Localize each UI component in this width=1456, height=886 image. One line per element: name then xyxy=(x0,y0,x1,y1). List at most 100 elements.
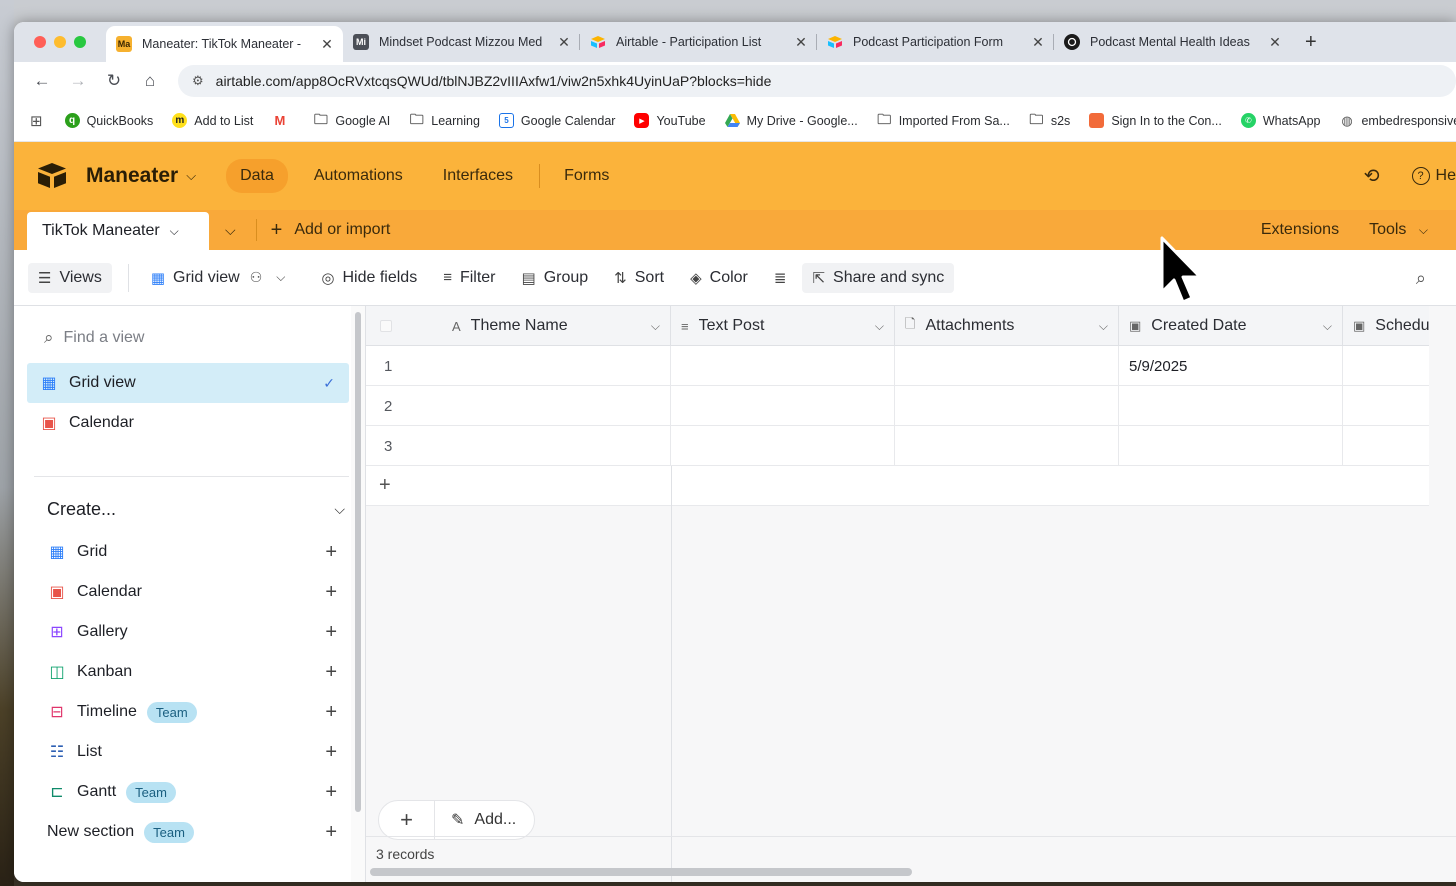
add-or-import-button[interactable]: + Add or import xyxy=(271,210,391,250)
new-tab-icon[interactable]: + xyxy=(1291,22,1331,62)
cell-attachments[interactable] xyxy=(895,346,1119,386)
chevron-down-icon[interactable]: ⌵ xyxy=(1323,319,1332,334)
cell-text-post[interactable] xyxy=(671,426,895,466)
row-height-button[interactable]: ≣ xyxy=(764,263,797,293)
create-section-header[interactable]: Create... ⌵ xyxy=(47,499,345,520)
plus-icon[interactable]: + xyxy=(325,581,337,604)
site-settings-icon[interactable]: ⚙ xyxy=(192,73,204,89)
column-header-text-post[interactable]: Text Post xyxy=(699,317,765,335)
bookmark-google-ai[interactable]: 🗀 Google AI xyxy=(313,111,390,128)
bookmark-youtube[interactable]: ▶ YouTube xyxy=(634,113,706,128)
plus-icon[interactable]: + xyxy=(325,781,337,804)
add-record-button[interactable]: + xyxy=(379,801,435,839)
sort-button[interactable]: ⇅ Sort xyxy=(604,263,674,293)
sidebar-view-grid[interactable]: ▦ Grid view ✓ xyxy=(27,363,349,403)
color-button[interactable]: ◈ Color xyxy=(680,263,758,293)
close-window-button[interactable] xyxy=(34,36,46,48)
close-tab-icon[interactable]: ✕ xyxy=(1267,34,1283,51)
browser-tab[interactable]: Podcast Participation Form ✕ xyxy=(817,22,1054,62)
base-name[interactable]: Maneater xyxy=(86,164,178,188)
bookmark-sign-in[interactable]: Sign In to the Con... xyxy=(1089,113,1222,128)
history-icon[interactable]: ⟲ xyxy=(1364,165,1380,188)
close-tab-icon[interactable]: ✕ xyxy=(1030,34,1046,51)
search-icon[interactable]: ⌕ xyxy=(1416,268,1426,289)
home-icon[interactable]: ⌂ xyxy=(132,71,168,91)
chevron-down-icon[interactable]: ⌵ xyxy=(1099,319,1108,334)
chevron-down-icon[interactable]: ⌵ xyxy=(170,224,179,239)
airtable-logo-icon[interactable] xyxy=(36,162,68,190)
column-header-attachments[interactable]: Attachments xyxy=(925,317,1014,335)
back-arrow-icon[interactable]: ← xyxy=(24,71,60,91)
table-tab-active[interactable]: TikTok Maneater ⌵ xyxy=(27,212,209,250)
chevron-down-icon[interactable]: ⌵ xyxy=(651,319,660,334)
bookmark-google-drive[interactable]: My Drive - Google... xyxy=(724,113,858,128)
create-grid[interactable]: ▦ Grid + xyxy=(47,532,337,572)
reload-icon[interactable]: ↻ xyxy=(96,71,132,91)
bookmark-embedresponsive[interactable]: ◍ embedresponsive xyxy=(1339,113,1456,128)
bookmark-gmail[interactable]: M xyxy=(272,113,294,128)
bookmark-learning[interactable]: 🗀 Learning xyxy=(409,111,480,128)
browser-tab[interactable]: Mi Mindset Podcast Mizzou Med ✕ xyxy=(343,22,580,62)
view-switcher-button[interactable]: ▦ Grid view ⚇ ⌵ xyxy=(141,263,296,293)
cell-schedule[interactable] xyxy=(1343,386,1429,426)
extensions-button[interactable]: Extensions xyxy=(1261,221,1339,239)
cell-created-date[interactable] xyxy=(1119,386,1343,426)
create-gallery[interactable]: ⊞ Gallery + xyxy=(47,612,337,652)
plus-icon[interactable]: + xyxy=(325,821,337,844)
chevron-down-icon[interactable]: ⌵ xyxy=(186,168,196,184)
add-record-row[interactable]: + xyxy=(366,466,1429,506)
nav-data[interactable]: Data xyxy=(226,159,288,193)
nav-forms[interactable]: Forms xyxy=(550,159,623,193)
cell-text-post[interactable] xyxy=(671,386,895,426)
hide-fields-button[interactable]: ◎ Hide fields xyxy=(311,263,427,293)
apps-grid-icon[interactable]: ⊞ xyxy=(30,112,43,130)
bookmark-s2s[interactable]: 🗀 s2s xyxy=(1029,111,1070,128)
plus-icon[interactable]: + xyxy=(325,701,337,724)
sidebar-view-calendar[interactable]: ▣ Calendar xyxy=(27,403,349,443)
column-header-theme-name[interactable]: Theme Name xyxy=(471,317,568,335)
close-tab-icon[interactable]: ✕ xyxy=(556,34,572,51)
nav-interfaces[interactable]: Interfaces xyxy=(429,159,527,193)
table-row[interactable]: 1 5/9/2025 xyxy=(366,346,1429,386)
bookmark-imported[interactable]: 🗀 Imported From Sa... xyxy=(877,111,1010,128)
column-header-cell[interactable]: ▣ Created Date ⌵ xyxy=(1119,306,1343,346)
bookmark-add-to-list[interactable]: m Add to List xyxy=(172,113,253,128)
cell-text-post[interactable] xyxy=(671,346,895,386)
table-row[interactable]: 3 xyxy=(366,426,1429,466)
table-row[interactable]: 2 xyxy=(366,386,1429,426)
cell-attachments[interactable] xyxy=(895,386,1119,426)
column-header-cell[interactable]: 🗋 Attachments ⌵ xyxy=(895,306,1119,346)
bookmark-google-calendar[interactable]: 5 Google Calendar xyxy=(498,113,615,128)
cell-attachments[interactable] xyxy=(895,426,1119,466)
tools-button[interactable]: Tools ⌵ xyxy=(1369,221,1428,239)
minimize-window-button[interactable] xyxy=(54,36,66,48)
column-header-schedule[interactable]: Schedu xyxy=(1375,317,1429,335)
horizontal-scrollbar[interactable] xyxy=(370,868,912,876)
bookmark-quickbooks[interactable]: q QuickBooks xyxy=(64,113,153,128)
add-button[interactable]: ✎ Add... xyxy=(435,810,534,830)
bookmark-whatsapp[interactable]: ✆ WhatsApp xyxy=(1240,113,1320,128)
browser-tab[interactable]: Airtable - Participation List ✕ xyxy=(580,22,817,62)
plus-icon[interactable]: + xyxy=(325,541,337,564)
plus-icon[interactable]: + xyxy=(379,474,391,497)
share-and-sync-button[interactable]: ⇱ Share and sync xyxy=(802,262,955,293)
nav-automations[interactable]: Automations xyxy=(300,159,417,193)
column-header-created-date[interactable]: Created Date xyxy=(1151,317,1246,335)
create-new-section[interactable]: New section Team + xyxy=(47,812,337,852)
forward-arrow-icon[interactable]: → xyxy=(60,71,96,91)
create-gantt[interactable]: ⊏ Gantt Team + xyxy=(47,772,337,812)
group-button[interactable]: ▤ Group xyxy=(512,263,599,293)
chevron-down-icon[interactable]: ⌵ xyxy=(334,501,345,518)
views-toggle-button[interactable]: ☰ Views xyxy=(28,262,112,293)
url-field[interactable]: ⚙ airtable.com/app8OcRVxtcqsQWUd/tblNJBZ… xyxy=(178,65,1456,97)
filter-button[interactable]: ≡ Filter xyxy=(433,263,505,293)
close-tab-icon[interactable]: ✕ xyxy=(319,36,335,53)
select-all-checkbox[interactable] xyxy=(380,320,392,332)
help-icon[interactable]: ? He xyxy=(1411,167,1456,185)
cell-created-date[interactable] xyxy=(1119,426,1343,466)
all-tables-chevron-icon[interactable]: ⌵ xyxy=(225,210,236,250)
chevron-down-icon[interactable]: ⌵ xyxy=(875,319,884,334)
column-header-cell[interactable]: ≡ Text Post ⌵ xyxy=(671,306,895,346)
plus-icon[interactable]: + xyxy=(325,621,337,644)
maximize-window-button[interactable] xyxy=(74,36,86,48)
